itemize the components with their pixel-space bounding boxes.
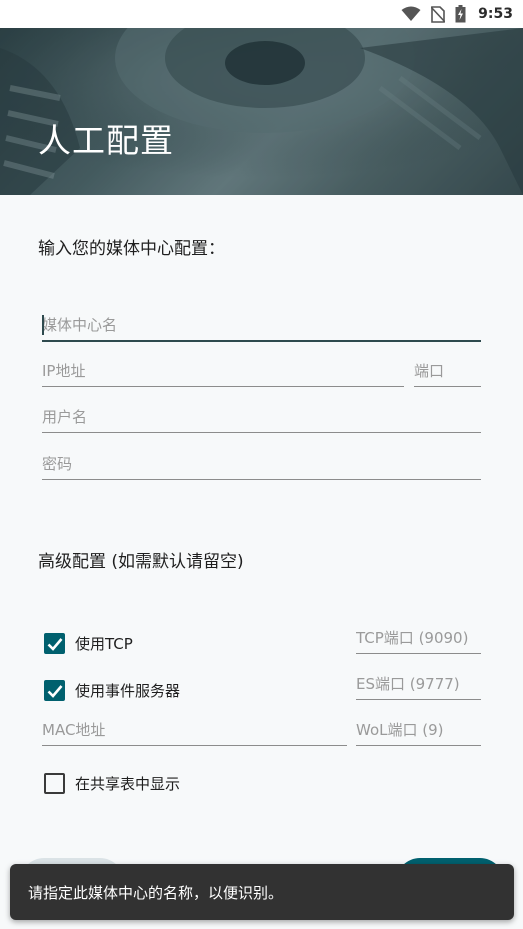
wifi-icon — [401, 6, 421, 22]
username-field[interactable] — [42, 403, 481, 433]
media-center-name-field[interactable] — [42, 311, 481, 342]
no-sim-icon — [431, 5, 446, 23]
header-banner: 人工配置 — [0, 28, 523, 195]
port-field[interactable] — [414, 357, 481, 387]
use-event-server-checkbox-row[interactable]: 使用事件服务器 — [44, 680, 180, 701]
status-bar: 9:53 — [0, 0, 523, 28]
username-input[interactable] — [42, 403, 481, 431]
es-port-input[interactable] — [356, 670, 481, 698]
advanced-config-title: 高级配置 (如需默认请留空) — [38, 552, 244, 572]
port-input[interactable] — [414, 357, 481, 385]
tcp-port-field[interactable] — [356, 624, 481, 654]
ip-address-field[interactable] — [42, 357, 404, 387]
text-cursor — [42, 315, 44, 335]
wol-port-field[interactable] — [356, 716, 481, 746]
password-field[interactable] — [42, 450, 481, 480]
mac-address-input[interactable] — [42, 716, 347, 744]
mac-address-field[interactable] — [42, 716, 347, 746]
ip-address-input[interactable] — [42, 357, 404, 385]
snackbar-message: 请指定此媒体中心的名称，以便识别。 — [28, 883, 284, 902]
status-time: 9:53 — [478, 6, 513, 22]
tcp-port-input[interactable] — [356, 624, 481, 652]
battery-charging-icon — [455, 5, 466, 23]
header-background-image — [0, 28, 523, 195]
use-tcp-label: 使用TCP — [75, 635, 133, 653]
wol-port-input[interactable] — [356, 716, 481, 744]
use-event-server-label: 使用事件服务器 — [75, 682, 181, 700]
show-in-share-checkbox[interactable] — [44, 773, 65, 794]
es-port-field[interactable] — [356, 670, 481, 700]
show-in-share-label: 在共享表中显示 — [75, 775, 181, 793]
page-title: 人工配置 — [38, 121, 174, 160]
use-tcp-checkbox[interactable] — [44, 633, 65, 654]
checkmark-icon — [47, 684, 62, 698]
password-input[interactable] — [42, 450, 481, 478]
use-tcp-checkbox-row[interactable]: 使用TCP — [44, 633, 133, 654]
use-event-server-checkbox[interactable] — [44, 680, 65, 701]
show-in-share-checkbox-row[interactable]: 在共享表中显示 — [44, 773, 180, 794]
config-intro-label: 输入您的媒体中心配置： — [38, 239, 225, 259]
snackbar: 请指定此媒体中心的名称，以便识别。 — [10, 864, 514, 920]
checkmark-icon — [47, 637, 62, 651]
media-center-name-input[interactable] — [42, 311, 481, 339]
screen: 9:53 人工配置 输入您的媒体中心配置： 媒体中心名 IP地址 端口 用户名 … — [0, 0, 523, 929]
